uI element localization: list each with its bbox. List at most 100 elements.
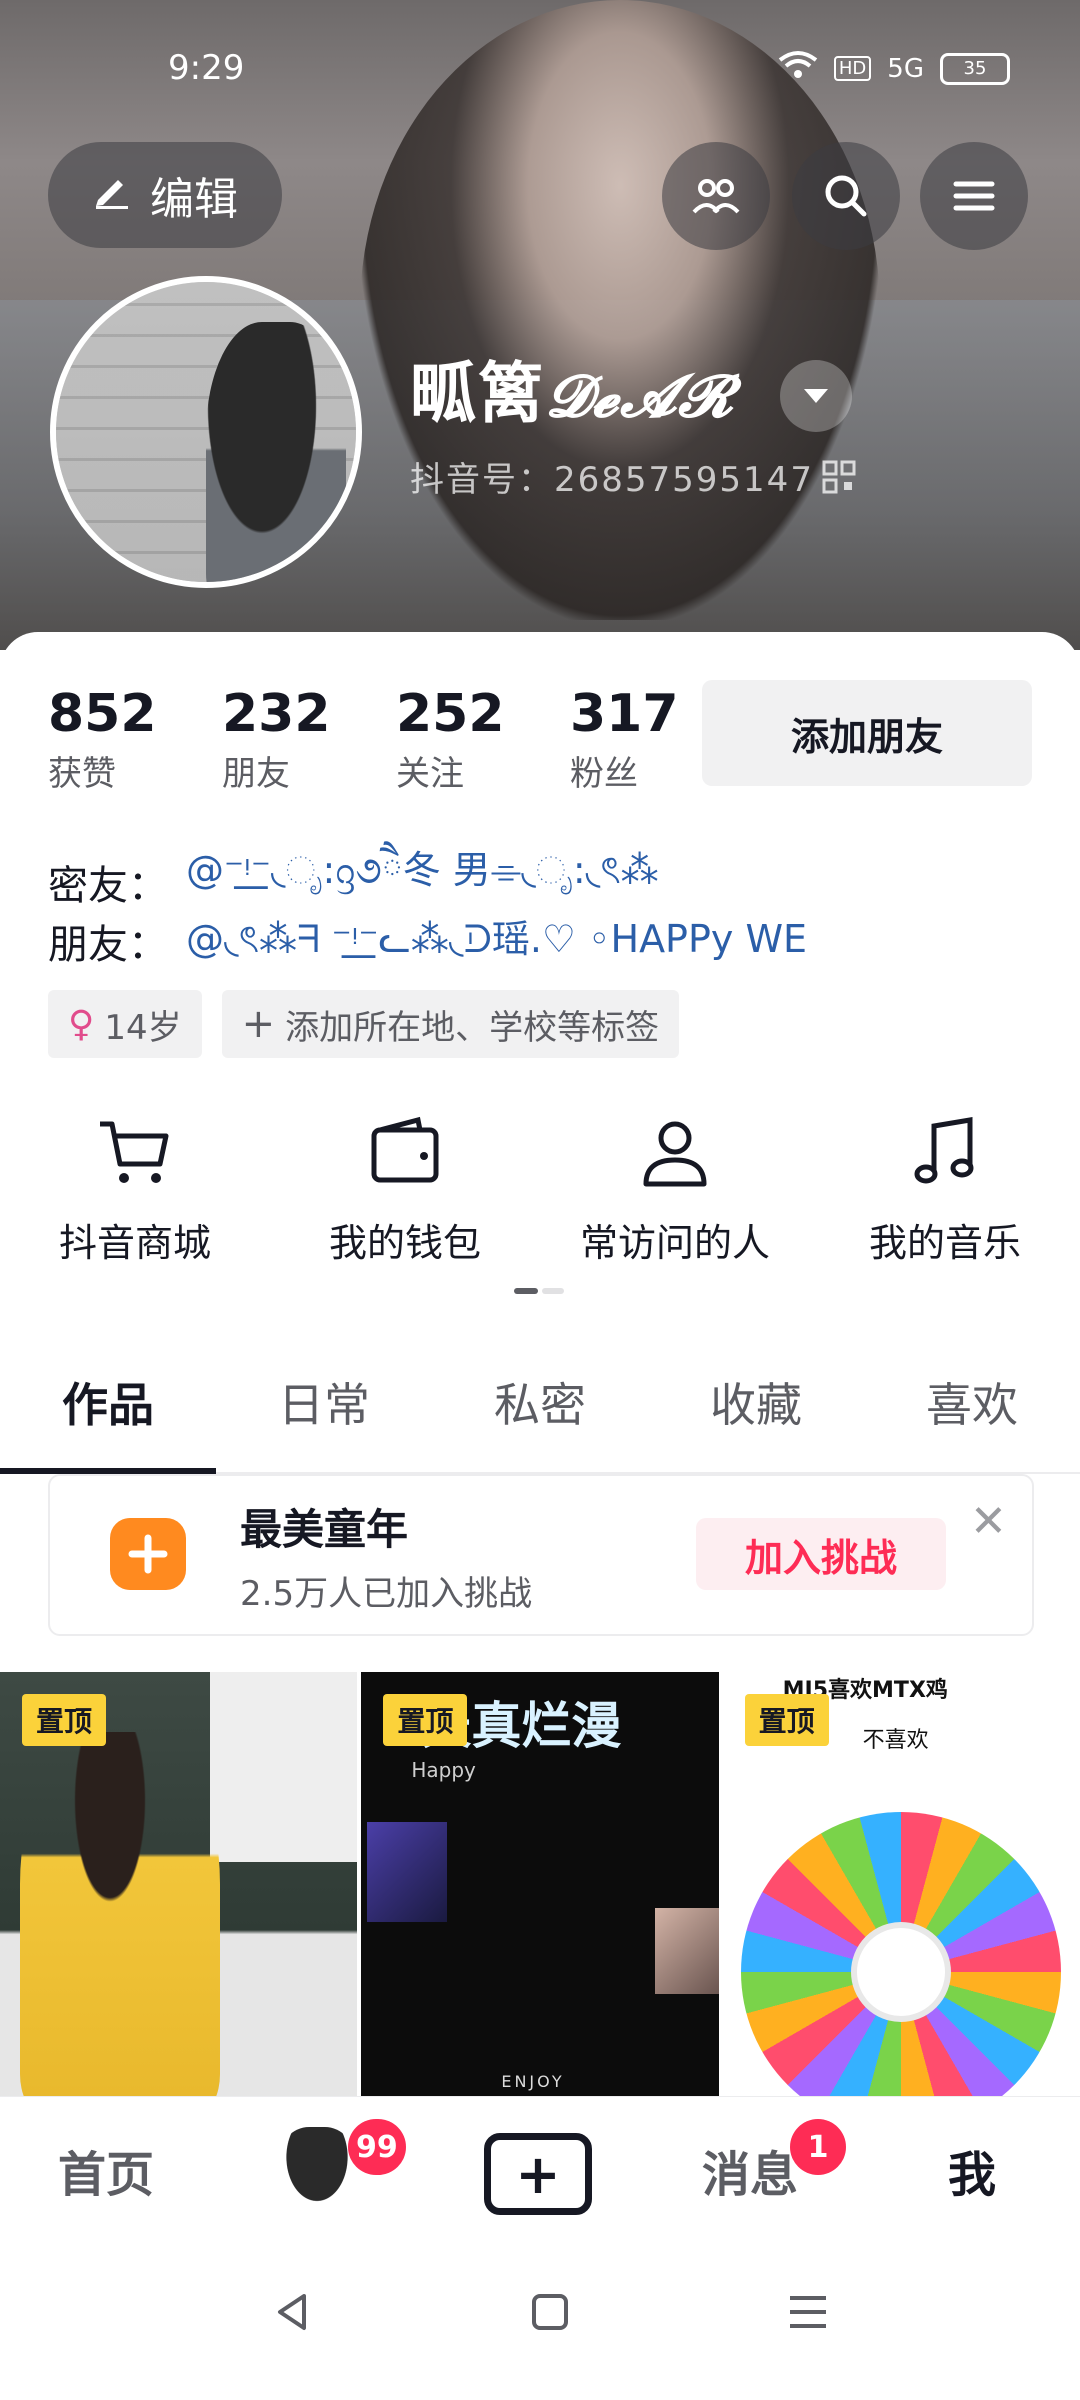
- challenge-title: 最美童年: [240, 1505, 409, 1554]
- music-icon: [914, 1117, 974, 1184]
- profile-cover[interactable]: 9:29 HD 5G 35 编辑 畖篱𝓓𝓮𝓐𝓡 抖音号：26857595147: [0, 0, 1080, 650]
- tab-likes[interactable]: 喜欢: [864, 1332, 1080, 1472]
- recents-icon[interactable]: [778, 2282, 838, 2342]
- nickname-script: 𝓓𝓮𝓐𝓡: [546, 362, 735, 430]
- female-icon: ♀: [68, 1003, 95, 1045]
- thumbnail-person: [20, 1732, 220, 2102]
- add-tag-label: 添加所在地、学校等标签: [285, 1007, 660, 1048]
- tab-daily[interactable]: 日常: [216, 1332, 432, 1472]
- stat-likes-number: 852: [48, 684, 157, 744]
- stat-likes[interactable]: 852 获赞: [48, 684, 222, 795]
- status-icons: HD 5G 35: [778, 50, 1010, 87]
- messages-badge: 1: [790, 2119, 846, 2175]
- menu-icon: [953, 181, 995, 211]
- cart-icon: [100, 1121, 169, 1183]
- system-nav: [0, 2236, 1080, 2400]
- shortcut-wallet[interactable]: 我的钱包: [280, 1112, 530, 1267]
- spin-wheel-hub: [850, 1922, 951, 2022]
- pencil-icon: [92, 170, 132, 221]
- pinned-badge: 置顶: [744, 1694, 829, 1746]
- friends-key: 朋友：: [48, 922, 168, 968]
- pager-dot-active: [514, 1288, 538, 1294]
- content-tabs: 作品 日常 私密 收藏 喜欢: [0, 1332, 1080, 1474]
- shortcut-mall-label: 抖音商城: [58, 1221, 211, 1265]
- edit-profile-button[interactable]: 编辑: [48, 142, 282, 248]
- tab-works[interactable]: 作品: [0, 1332, 216, 1474]
- wallet-icon: [371, 1116, 439, 1183]
- stat-friends-number: 232: [222, 684, 331, 744]
- stat-following-label: 关注: [396, 754, 464, 794]
- stat-friends[interactable]: 232 朋友: [222, 684, 396, 795]
- video-thumbnail[interactable]: 置顶: [0, 1672, 358, 2102]
- profile-avatar[interactable]: [50, 276, 362, 588]
- nav-home[interactable]: 首页: [58, 2135, 154, 2205]
- thumbnail-image: [367, 1822, 448, 1922]
- person-icon: [643, 1121, 707, 1187]
- battery-level: 35: [963, 58, 987, 79]
- profile-card: 852 获赞 232 朋友 252 关注 317 粉丝 添加朋友 密友： @⁻ᵎ…: [0, 632, 1080, 2102]
- thumbnail-caption: ENJOY: [501, 2072, 565, 2091]
- plus-icon: +: [241, 1001, 276, 1047]
- close-icon[interactable]: ✕: [970, 1496, 1007, 1547]
- menu-button[interactable]: [920, 142, 1028, 250]
- stat-likes-label: 获赞: [48, 754, 116, 794]
- search-button[interactable]: [792, 142, 900, 250]
- shortcut-music-label: 我的音乐: [868, 1221, 1021, 1265]
- stat-following[interactable]: 252 关注: [396, 684, 570, 795]
- add-friend-button[interactable]: 添加朋友: [702, 680, 1032, 786]
- status-bar: 9:29 HD 5G 35: [0, 40, 1080, 100]
- thumbnail-subtitle: Happy: [411, 1758, 476, 1782]
- join-challenge-button[interactable]: 加入挑战: [696, 1518, 946, 1590]
- plus-icon: +: [515, 2142, 561, 2206]
- shortcut-row: 抖音商城 我的钱包 常访问的人 我的音乐: [0, 1112, 1080, 1267]
- tag-row: ♀ 14岁 + 添加所在地、学校等标签: [48, 990, 680, 1058]
- qrcode-icon[interactable]: [822, 460, 856, 494]
- signal-5g-icon: 5G: [887, 53, 924, 84]
- shortcut-pager: [514, 1288, 564, 1294]
- douyin-id-text: 抖音号：26857595147: [410, 460, 814, 500]
- age-tag[interactable]: ♀ 14岁: [48, 990, 202, 1058]
- video-grid: 置顶 天真烂漫 Happy ENJOY 置顶 MJ5喜欢MTX鸡 不喜欢 置顶: [0, 1672, 1080, 2102]
- stat-friends-label: 朋友: [222, 754, 290, 794]
- nav-messages[interactable]: 消息: [702, 2135, 798, 2205]
- wifi-icon: [778, 50, 818, 87]
- shortcut-music[interactable]: 我的音乐: [820, 1112, 1070, 1267]
- shortcut-visitors[interactable]: 常访问的人: [550, 1112, 800, 1267]
- challenge-banner[interactable]: 最美童年 2.5万人已加入挑战 加入挑战 ✕: [48, 1474, 1034, 1636]
- back-icon[interactable]: [262, 2282, 322, 2342]
- shortcut-wallet-label: 我的钱包: [328, 1221, 481, 1265]
- douyin-id[interactable]: 抖音号：26857595147: [410, 452, 856, 501]
- status-time: 9:29: [168, 48, 245, 88]
- friends-button[interactable]: [662, 142, 770, 250]
- search-icon: [825, 175, 867, 217]
- people-icon: [692, 179, 740, 214]
- home-icon[interactable]: [520, 2282, 580, 2342]
- add-tag-button[interactable]: + 添加所在地、学校等标签: [221, 990, 680, 1058]
- nav-me[interactable]: 我: [948, 2135, 996, 2205]
- shortcut-mall[interactable]: 抖音商城: [10, 1112, 260, 1267]
- tab-favorites[interactable]: 收藏: [648, 1332, 864, 1472]
- edit-label: 编辑: [150, 174, 238, 225]
- challenge-subtitle: 2.5万人已加入挑战: [240, 1574, 533, 1614]
- thumbnail-image: [655, 1908, 719, 1994]
- friends-badge: 99: [348, 2119, 406, 2175]
- nickname: 畖篱𝓓𝓮𝓐𝓡: [410, 340, 734, 436]
- create-button[interactable]: +: [484, 2133, 592, 2215]
- video-thumbnail[interactable]: 天真烂漫 Happy ENJOY 置顶: [361, 1672, 719, 2102]
- close-friends-key: 密友：: [48, 862, 168, 909]
- avatar-person: [206, 322, 346, 582]
- nav-friends-avatar[interactable]: [278, 2127, 356, 2213]
- challenge-icon: [110, 1518, 186, 1590]
- friends-value[interactable]: @◟ৎ⁂ᖷ ⁻ᵎ͟⁻ᓚ⁂◟ᑓ瑶.♡ ◦HAPPy WE: [186, 908, 807, 974]
- friends-row[interactable]: 朋友： @◟ৎ⁂ᖷ ⁻ᵎ͟⁻ᓚ⁂◟ᑓ瑶.♡ ◦HAPPy WE: [48, 908, 807, 974]
- stats-row: 852 获赞 232 朋友 252 关注 317 粉丝: [48, 684, 744, 795]
- battery-icon: 35: [940, 52, 1010, 85]
- caret-down-icon: [804, 389, 828, 403]
- pinned-badge: 置顶: [22, 1694, 107, 1746]
- thumbnail-whiteboard: [210, 1672, 358, 1862]
- video-thumbnail[interactable]: MJ5喜欢MTX鸡 不喜欢 置顶: [722, 1672, 1080, 2102]
- hd-icon: HD: [833, 56, 872, 81]
- bottom-nav: 首页 99 + 消息 1 我: [0, 2096, 1080, 2237]
- tab-private[interactable]: 私密: [432, 1332, 648, 1472]
- account-switch-button[interactable]: [780, 360, 852, 432]
